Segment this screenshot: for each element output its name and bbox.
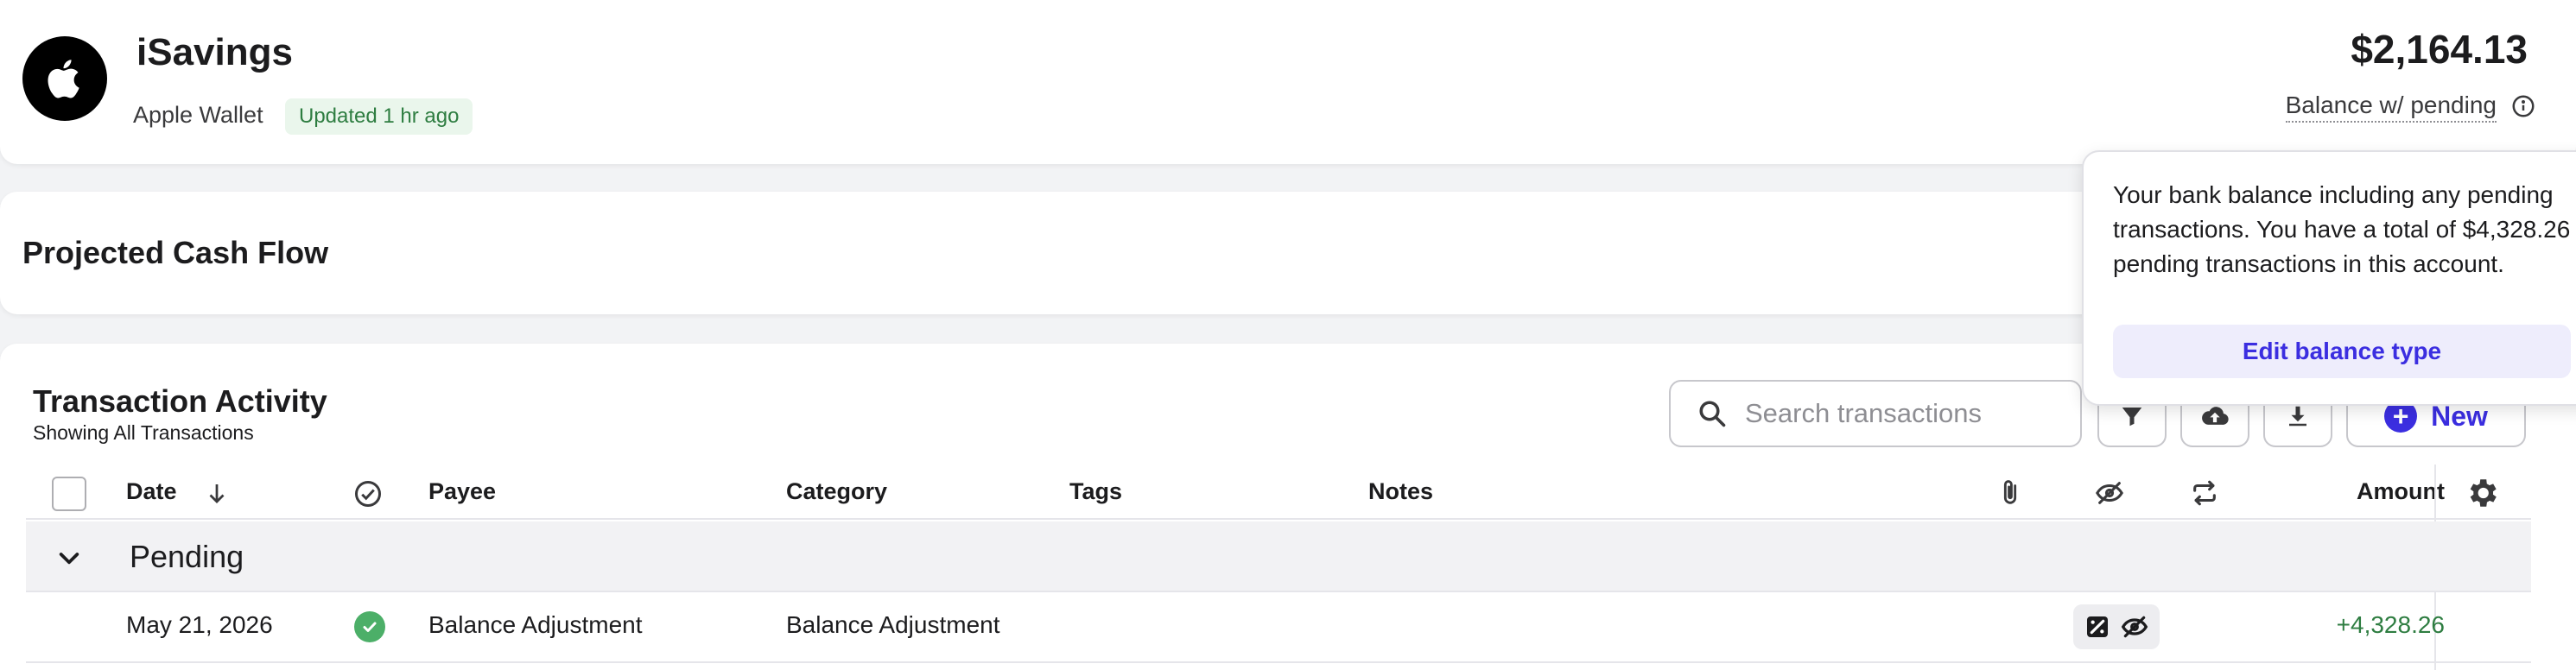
- column-date[interactable]: Date: [126, 478, 177, 505]
- row-category[interactable]: Balance Adjustment: [786, 611, 1000, 639]
- popover-text: Your bank balance including any pending …: [2113, 178, 2576, 281]
- balance-type-label[interactable]: Balance w/ pending: [2285, 92, 2497, 123]
- arrow-down-icon[interactable]: [204, 480, 230, 506]
- repeat-icon: [2193, 480, 2216, 506]
- table-header: Date Payee Category Tags Notes Amount: [26, 465, 2531, 520]
- chevron-down-icon[interactable]: [55, 544, 83, 572]
- transactions-title: Transaction Activity: [33, 383, 327, 419]
- eye-off-icon: [2096, 482, 2123, 504]
- info-icon[interactable]: [2510, 93, 2536, 119]
- check-circle-icon[interactable]: [354, 611, 385, 642]
- column-category[interactable]: Category: [786, 478, 887, 505]
- group-label: Pending: [130, 539, 244, 574]
- download-icon: [2289, 406, 2306, 427]
- edit-balance-type-button[interactable]: Edit balance type: [2113, 325, 2571, 378]
- balance-info-popover: Your bank balance including any pending …: [2082, 150, 2576, 406]
- row-date: May 21, 2026: [126, 611, 273, 638]
- column-payee[interactable]: Payee: [428, 478, 496, 505]
- updated-badge: Updated 1 hr ago: [285, 98, 473, 135]
- column-notes[interactable]: Notes: [1368, 478, 1433, 505]
- percent-off-icon: [2087, 616, 2108, 637]
- check-circle-icon[interactable]: [352, 478, 384, 509]
- filter-icon: [2122, 408, 2142, 427]
- row-payee[interactable]: Balance Adjustment: [428, 611, 643, 639]
- paperclip-icon: [2003, 480, 2017, 504]
- account-header: iSavings Apple Wallet Updated 1 hr ago $…: [0, 0, 2576, 164]
- transactions-subtitle: Showing All Transactions: [33, 421, 254, 444]
- account-balance: $2,164.13: [2351, 27, 2528, 72]
- cashflow-title: Projected Cash Flow: [22, 235, 329, 270]
- group-row-pending[interactable]: Pending: [26, 521, 2531, 592]
- account-name: iSavings: [136, 31, 293, 73]
- select-all-checkbox[interactable]: [52, 477, 86, 511]
- search-input[interactable]: [1745, 398, 2073, 429]
- column-amount[interactable]: Amount: [2357, 478, 2445, 505]
- pending-amount: $4,328.26: [2462, 216, 2571, 243]
- column-tags[interactable]: Tags: [1069, 478, 1122, 505]
- search-box[interactable]: [1669, 380, 2082, 447]
- apple-logo-icon: [22, 36, 107, 121]
- table-row[interactable]: May 21, 2026 Balance Adjustment Balance …: [26, 592, 2531, 663]
- gear-icon[interactable]: [2464, 475, 2500, 511]
- cloud-upload-icon: [2202, 407, 2229, 425]
- institution-name: Apple Wallet: [133, 102, 263, 128]
- eye-off-icon: [2121, 616, 2148, 638]
- row-flags[interactable]: [2073, 604, 2160, 649]
- search-icon: [1699, 401, 1726, 427]
- row-amount: +4,328.26: [2336, 611, 2445, 638]
